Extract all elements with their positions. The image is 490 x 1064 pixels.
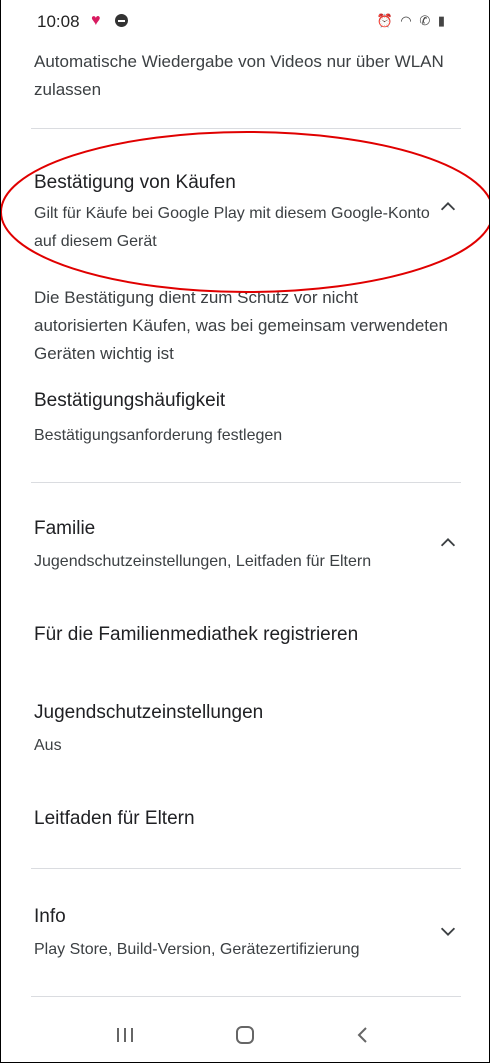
chevron-up-icon[interactable] xyxy=(437,196,459,218)
divider xyxy=(31,128,461,129)
status-bar: 10:08 ♥ ⏰ ◠ ✆ ▮ xyxy=(1,0,489,40)
purchase-confirmation-title: Bestätigung von Käufen xyxy=(34,172,236,193)
recents-icon[interactable] xyxy=(113,1024,137,1046)
family-title: Familie xyxy=(34,518,96,539)
back-icon[interactable] xyxy=(351,1024,375,1046)
divider xyxy=(31,482,461,483)
family-subtitle: Jugendschutzeinstellungen, Leitfaden für… xyxy=(34,553,372,570)
purchase-confirmation-subtitle: Gilt für Käufe bei Google Play mit diese… xyxy=(34,205,430,250)
divider xyxy=(31,996,461,997)
heart-icon: ♥ xyxy=(91,12,101,29)
status-time: 10:08 xyxy=(37,12,80,31)
parental-controls-title: Jugendschutzeinstellungen xyxy=(34,702,264,723)
status-icons: ⏰ ◠ ✆ ▮ xyxy=(376,13,447,28)
parental-controls-status: Aus xyxy=(34,737,62,754)
chevron-down-icon[interactable] xyxy=(437,920,459,942)
chevron-up-icon[interactable] xyxy=(437,532,459,554)
previous-setting-text[interactable]: Automatische Wiedergabe von Videos nur ü… xyxy=(34,48,454,104)
divider xyxy=(31,868,461,869)
screen: 10:08 ♥ ⏰ ◠ ✆ ▮ Automatische Wiedergabe … xyxy=(0,0,490,1063)
dnd-icon xyxy=(115,14,128,27)
home-icon[interactable] xyxy=(233,1024,257,1046)
info-subtitle: Play Store, Build-Version, Gerätezertifi… xyxy=(34,941,360,958)
confirmation-frequency-subtitle: Bestätigungsanforderung festlegen xyxy=(34,427,283,444)
purchase-confirmation-description: Die Bestätigung dient zum Schutz vor nic… xyxy=(34,288,448,363)
confirmation-frequency-title: Bestätigungshäufigkeit xyxy=(34,390,226,411)
info-title: Info xyxy=(34,906,66,927)
family-library-signup[interactable]: Für die Familienmediathek registrieren xyxy=(34,624,358,646)
parent-guide-link[interactable]: Leitfaden für Eltern xyxy=(34,808,195,830)
navigation-bar xyxy=(1,1010,489,1062)
